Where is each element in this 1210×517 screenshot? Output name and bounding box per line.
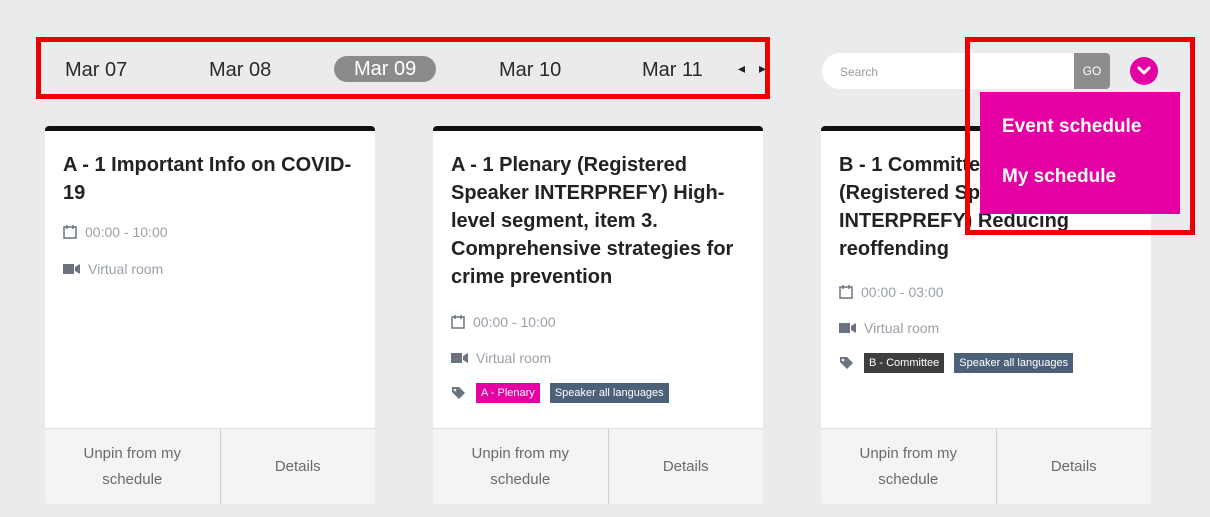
date-tab-mar-08[interactable]: Mar 08 bbox=[209, 58, 271, 82]
unpin-button[interactable]: Unpin from my schedule bbox=[433, 429, 609, 504]
card-footer: Unpin from my schedule Details bbox=[45, 428, 375, 504]
session-time: 00:00 - 03:00 bbox=[839, 284, 944, 300]
video-camera-icon bbox=[63, 264, 80, 274]
session-time-text: 00:00 - 10:00 bbox=[85, 224, 168, 240]
date-strip: Mar 07 Mar 08 Mar 09 Mar 10 Mar 11 ◂ ▸ bbox=[36, 37, 770, 99]
session-location: Virtual room bbox=[451, 350, 551, 366]
session-card: A - 1 Important Info on COVID-19 00:00 -… bbox=[45, 126, 375, 504]
video-camera-icon bbox=[451, 353, 468, 363]
details-button[interactable]: Details bbox=[609, 429, 764, 504]
menu-item-my-schedule[interactable]: My schedule bbox=[1002, 166, 1116, 188]
date-tab-mar-11[interactable]: Mar 11 bbox=[642, 58, 703, 82]
video-camera-icon bbox=[839, 323, 856, 333]
session-location: Virtual room bbox=[839, 320, 939, 336]
search-input[interactable] bbox=[840, 63, 1040, 81]
details-button[interactable]: Details bbox=[997, 429, 1152, 504]
tag-icon bbox=[452, 386, 465, 399]
tag-badge[interactable]: Speaker all languages bbox=[549, 383, 669, 403]
session-card: A - 1 Plenary (Registered Speaker INTERP… bbox=[433, 126, 763, 504]
date-tab-mar-09[interactable]: Mar 09 bbox=[334, 56, 437, 82]
search-box bbox=[822, 53, 1074, 89]
menu-item-event-schedule[interactable]: Event schedule bbox=[1002, 116, 1141, 138]
tag-badge[interactable]: B - Committee bbox=[864, 353, 945, 373]
next-arrow-icon[interactable]: ▸ bbox=[759, 60, 766, 77]
tag-badge[interactable]: A - Plenary bbox=[476, 383, 540, 403]
calendar-icon bbox=[839, 285, 853, 299]
card-footer: Unpin from my schedule Details bbox=[821, 428, 1151, 504]
card-footer: Unpin from my schedule Details bbox=[433, 428, 763, 504]
session-time: 00:00 - 10:00 bbox=[451, 314, 556, 330]
session-time: 00:00 - 10:00 bbox=[63, 224, 168, 240]
session-location-text: Virtual room bbox=[476, 350, 552, 366]
unpin-button[interactable]: Unpin from my schedule bbox=[45, 429, 221, 504]
session-tags: B - Committee Speaker all languages bbox=[839, 353, 1074, 373]
session-location-text: Virtual room bbox=[864, 320, 940, 336]
go-button[interactable]: GO bbox=[1074, 53, 1110, 89]
session-time-text: 00:00 - 03:00 bbox=[861, 284, 944, 300]
session-title[interactable]: A - 1 Important Info on COVID-19 bbox=[63, 151, 363, 207]
calendar-icon bbox=[451, 315, 465, 329]
schedule-dropdown-menu: Event schedule My schedule bbox=[980, 92, 1180, 214]
session-location: Virtual room bbox=[63, 261, 163, 277]
chevron-down-icon bbox=[1137, 66, 1151, 75]
date-tab-mar-07[interactable]: Mar 07 bbox=[65, 58, 127, 82]
session-location-text: Virtual room bbox=[88, 261, 164, 277]
menu-toggle-button[interactable] bbox=[1130, 57, 1158, 85]
session-title[interactable]: A - 1 Plenary (Registered Speaker INTERP… bbox=[451, 151, 751, 291]
tag-icon bbox=[840, 356, 853, 369]
session-time-text: 00:00 - 10:00 bbox=[473, 314, 556, 330]
details-button[interactable]: Details bbox=[221, 429, 376, 504]
prev-arrow-icon[interactable]: ◂ bbox=[738, 60, 745, 77]
session-tags: A - Plenary Speaker all languages bbox=[451, 383, 669, 403]
unpin-button[interactable]: Unpin from my schedule bbox=[821, 429, 997, 504]
tag-badge[interactable]: Speaker all languages bbox=[954, 353, 1074, 373]
date-tab-mar-10[interactable]: Mar 10 bbox=[499, 58, 561, 82]
calendar-icon bbox=[63, 225, 77, 239]
